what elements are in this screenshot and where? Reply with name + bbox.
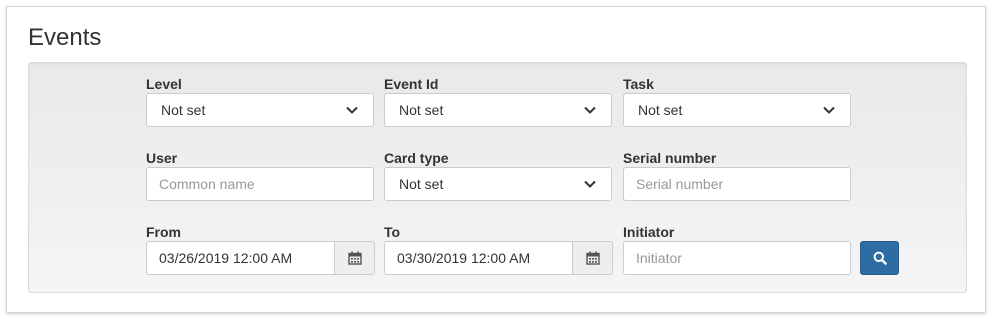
user-label: User: [146, 150, 178, 166]
calendar-icon: [347, 251, 362, 265]
to-calendar-button[interactable]: [572, 241, 613, 275]
level-label: Level: [146, 76, 182, 92]
serial-number-input[interactable]: [623, 167, 851, 201]
event-id-select[interactable]: Not set: [384, 93, 612, 127]
from-calendar-button[interactable]: [334, 241, 375, 275]
chevron-down-icon: [346, 106, 358, 114]
card-type-select-value: Not set: [399, 176, 444, 192]
to-date-picker: [384, 241, 613, 275]
task-select-value: Not set: [638, 102, 683, 118]
calendar-icon: [585, 251, 600, 265]
card-type-select[interactable]: Not set: [384, 167, 612, 201]
page-title: Events: [28, 24, 102, 51]
chevron-down-icon: [823, 106, 835, 114]
filter-form: Level Not set Event Id Not set Task Not …: [28, 62, 967, 293]
search-icon: [873, 251, 887, 265]
events-panel: Events Level Not set Event Id Not set Ta…: [6, 6, 986, 313]
from-label: From: [146, 224, 181, 240]
task-select[interactable]: Not set: [623, 93, 851, 127]
level-select[interactable]: Not set: [146, 93, 374, 127]
serial-number-label: Serial number: [623, 150, 717, 166]
to-label: To: [384, 224, 401, 240]
task-label: Task: [623, 76, 654, 92]
chevron-down-icon: [584, 180, 596, 188]
search-button[interactable]: [860, 241, 899, 275]
initiator-input[interactable]: [623, 241, 851, 275]
initiator-label: Initiator: [623, 224, 675, 240]
from-date-input[interactable]: [146, 241, 334, 275]
chevron-down-icon: [584, 106, 596, 114]
level-select-value: Not set: [161, 102, 206, 118]
from-date-picker: [146, 241, 375, 275]
card-type-label: Card type: [384, 150, 449, 166]
user-input[interactable]: [146, 167, 374, 201]
event-id-label: Event Id: [384, 76, 439, 92]
to-date-input[interactable]: [384, 241, 572, 275]
event-id-select-value: Not set: [399, 102, 444, 118]
